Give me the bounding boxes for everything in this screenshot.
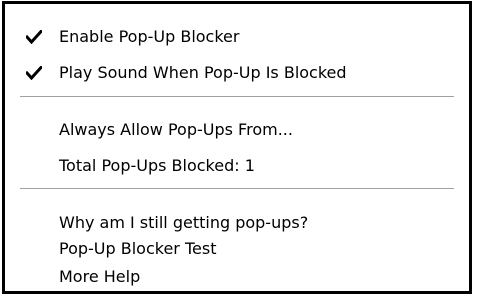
- menu-item-label: Enable Pop-Up Blocker: [59, 27, 240, 46]
- menu-item-enable-popup-blocker[interactable]: Enable Pop-Up Blocker: [5, 22, 469, 52]
- menu-item-total-popups-blocked[interactable]: Total Pop-Ups Blocked: 1: [5, 151, 469, 181]
- menu-item-label: Total Pop-Ups Blocked: 1: [59, 156, 255, 175]
- checkmark-icon: [26, 22, 44, 52]
- menu-separator: [20, 188, 454, 190]
- menu-item-label: Pop-Up Blocker Test: [59, 239, 217, 258]
- menu-item-always-allow-popups[interactable]: Always Allow Pop-Ups From...: [5, 115, 469, 145]
- popup-blocker-menu: Enable Pop-Up Blocker Play Sound When Po…: [2, 1, 472, 294]
- menu-item-label: Always Allow Pop-Ups From...: [59, 120, 293, 139]
- menu-item-more-help[interactable]: More Help: [5, 262, 469, 292]
- menu-item-play-sound[interactable]: Play Sound When Pop-Up Is Blocked: [5, 58, 469, 88]
- menu-item-label: Play Sound When Pop-Up Is Blocked: [59, 63, 347, 82]
- menu-item-popup-blocker-test[interactable]: Pop-Up Blocker Test: [5, 234, 469, 264]
- checkmark-icon: [26, 58, 44, 88]
- menu-item-label: More Help: [59, 267, 141, 286]
- menu-separator: [20, 96, 454, 98]
